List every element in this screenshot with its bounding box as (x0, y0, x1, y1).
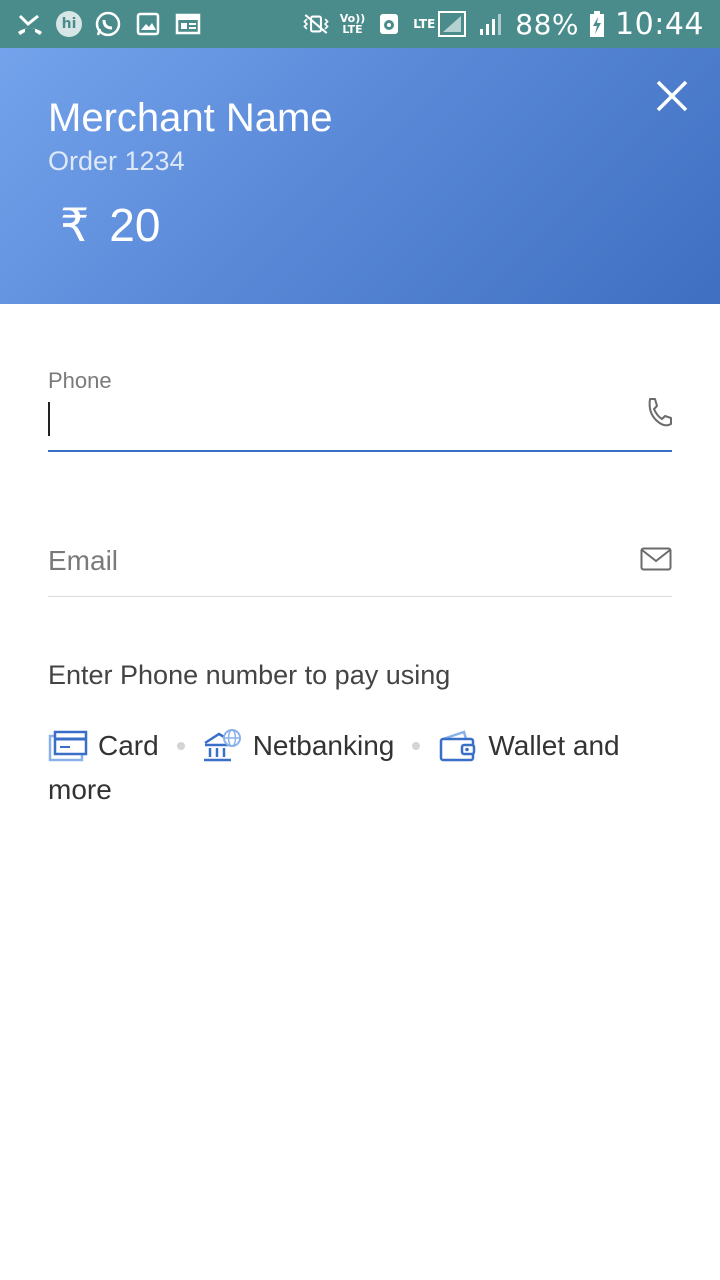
data-saver-icon (375, 10, 403, 38)
phone-icon (648, 398, 672, 427)
phone-label: Phone (48, 368, 112, 393)
status-bar: hi Vo)) LTE LTE 88% 10:44 (0, 0, 720, 48)
phone-field[interactable]: Phone (48, 360, 672, 452)
netbanking-icon (203, 728, 241, 761)
news-icon (174, 10, 202, 38)
separator-dot (176, 741, 185, 750)
status-bar-notifications: hi (16, 0, 202, 48)
missed-call-icon (16, 10, 44, 38)
method-wallet: Wallet and (438, 724, 620, 768)
currency-symbol: ₹ (60, 199, 90, 251)
checkout-header: Merchant Name Order 1234 ₹ 20 (0, 48, 720, 304)
battery-charging-icon (589, 10, 605, 38)
gallery-icon (134, 10, 162, 38)
phone-input[interactable] (48, 400, 632, 442)
payment-hint: Enter Phone number to pay using (48, 660, 451, 690)
card-label: Card (98, 729, 159, 761)
email-field[interactable]: Email (48, 535, 672, 597)
netbanking-label: Netbanking (252, 729, 395, 761)
close-button[interactable] (654, 78, 690, 114)
amount-value: 20 (109, 199, 161, 251)
email-underline (48, 596, 672, 597)
vibrate-mute-icon (302, 10, 330, 38)
more-label: more (48, 773, 112, 805)
email-label: Email (48, 545, 119, 576)
signal-sim1-icon (438, 11, 467, 37)
email-icon (640, 547, 672, 571)
text-cursor (48, 402, 50, 436)
payment-amount: ₹ 20 (60, 198, 160, 252)
method-netbanking: Netbanking (203, 724, 395, 768)
close-icon (656, 80, 688, 112)
volte-indicator: Vo)) LTE (339, 12, 366, 36)
battery-percentage: 88% (515, 7, 580, 41)
order-id: Order 1234 (48, 146, 185, 176)
lte-label: LTE (413, 17, 436, 31)
status-bar-system: Vo)) LTE LTE 88% 10:44 (302, 0, 704, 48)
lte-signal: LTE (413, 10, 467, 38)
method-card: Card (48, 724, 159, 768)
whatsapp-icon (94, 10, 122, 38)
wallet-icon (440, 730, 476, 761)
merchant-name: Merchant Name (48, 96, 333, 140)
card-icon (48, 730, 88, 761)
clock: 10:44 (615, 6, 704, 42)
signal-sim2-icon (477, 10, 505, 38)
payment-methods: Card Netbanking Wallet and more (48, 722, 672, 812)
wallet-label: Wallet and (488, 729, 620, 761)
hike-icon: hi (56, 11, 82, 37)
separator-dot (412, 741, 421, 750)
phone-underline (48, 450, 672, 452)
